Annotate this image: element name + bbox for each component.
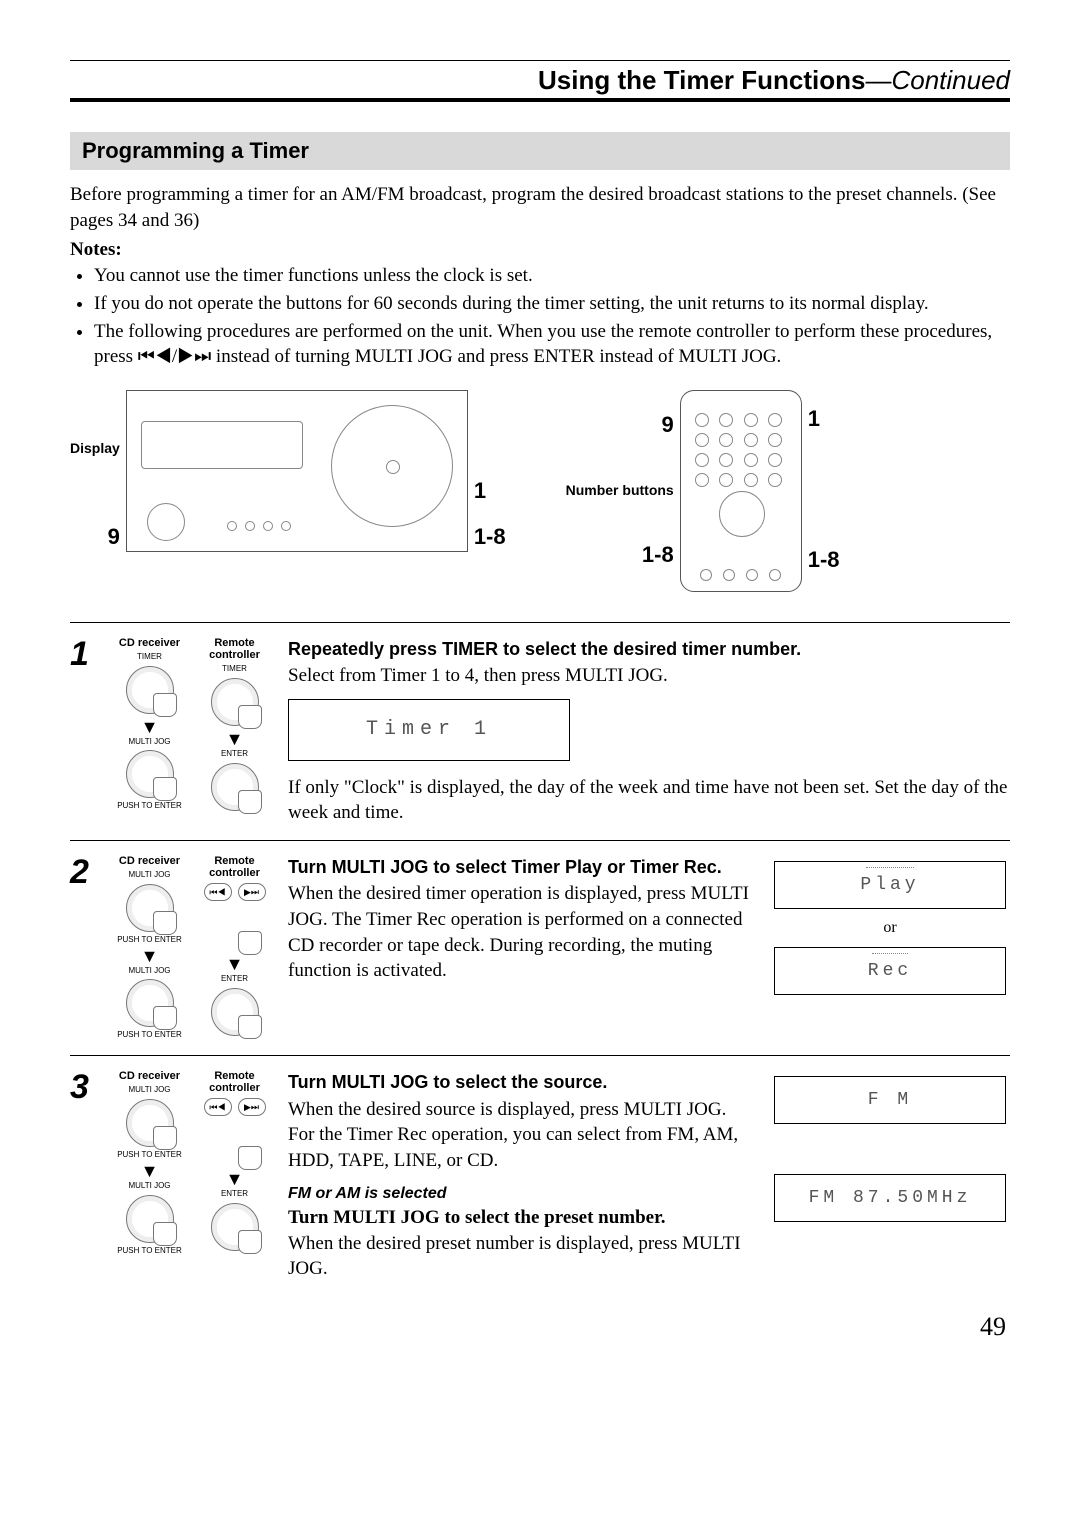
push-to-enter-caption: PUSH TO ENTER	[112, 1151, 187, 1160]
lcd-play: Play	[774, 861, 1006, 909]
cd-receiver-label: CD receiver	[112, 855, 187, 867]
prev-track-icon: ⏮◀	[204, 1098, 232, 1116]
timer-button-icon	[211, 678, 259, 726]
step-2: 2 CD receiver MULTI JOG PUSH TO ENTER ▼ …	[70, 840, 1010, 1041]
multi-jog-dial-icon	[126, 750, 174, 798]
multi-jog-caption: MULTI JOG	[112, 1086, 187, 1095]
display-label: Display	[70, 440, 120, 456]
multi-jog-dial-icon	[126, 884, 174, 932]
multi-jog-caption: MULTI JOG	[112, 738, 187, 747]
page-title-bold: Using the Timer Functions	[538, 65, 865, 95]
arrow-down-icon: ▼	[112, 1162, 187, 1180]
step-number: 1	[70, 637, 96, 826]
timer-caption: TIMER	[197, 665, 272, 674]
remote-controller-label: Remote controller	[197, 855, 272, 879]
next-track-icon: ▶⏭	[238, 1098, 266, 1116]
multi-jog-dial-icon	[126, 1195, 174, 1243]
push-to-enter-caption: PUSH TO ENTER	[112, 1031, 187, 1040]
lcd-fm-freq: FM 87.50MHz	[774, 1174, 1006, 1222]
step3-subhead: FM or AM is selected	[288, 1183, 750, 1205]
step3-body3: When the desired preset number is displa…	[288, 1231, 750, 1282]
note-item: If you do not operate the buttons for 60…	[94, 291, 1010, 317]
multi-jog-caption: MULTI JOG	[112, 1182, 187, 1191]
arrow-down-icon: ▼	[197, 730, 272, 748]
notes-label: Notes:	[70, 239, 1010, 261]
enter-caption: ENTER	[197, 1190, 272, 1199]
notes-list: You cannot use the timer functions unles…	[70, 263, 1010, 370]
page-number: 49	[70, 1312, 1010, 1342]
enter-button-icon	[211, 1203, 259, 1251]
remote-controller-label: Remote controller	[197, 1070, 272, 1094]
timer-button-icon	[126, 666, 174, 714]
step3-controls: CD receiver MULTI JOG PUSH TO ENTER ▼ MU…	[112, 1070, 272, 1282]
unit-diagram	[126, 390, 468, 552]
prev-track-icon: ⏮◀	[204, 883, 232, 901]
timer-caption: TIMER	[112, 653, 187, 662]
push-to-enter-caption: PUSH TO ENTER	[112, 936, 187, 945]
step1-heading: Repeatedly press TIMER to select the des…	[288, 637, 1010, 661]
push-to-enter-caption: PUSH TO ENTER	[112, 802, 187, 811]
multi-jog-dial-icon	[126, 1099, 174, 1147]
section-heading: Programming a Timer	[70, 132, 1010, 170]
lcd-display: Timer 1	[288, 699, 570, 761]
note-item: You cannot use the timer functions unles…	[94, 263, 1010, 289]
multi-jog-dial-icon	[126, 979, 174, 1027]
remote-controller-label: Remote controller	[197, 637, 272, 661]
step2-heading: Turn MULTI JOG to select Timer Play or T…	[288, 855, 750, 879]
callout-1-8: 1-8	[566, 542, 674, 568]
step2-controls: CD receiver MULTI JOG PUSH TO ENTER ▼ MU…	[112, 855, 272, 1041]
enter-button-icon	[211, 763, 259, 811]
cd-receiver-label: CD receiver	[112, 1070, 187, 1082]
number-buttons-label: Number buttons	[566, 482, 674, 498]
step3-body1: When the desired source is displayed, pr…	[288, 1097, 750, 1123]
multi-jog-caption: MULTI JOG	[112, 871, 187, 880]
next-track-icon: ▶⏭	[238, 883, 266, 901]
diagram-row: Display 9 1 1-8 9 Number buttons 1-8	[70, 390, 1010, 592]
enter-button-icon	[211, 988, 259, 1036]
push-to-enter-caption: PUSH TO ENTER	[112, 1247, 187, 1256]
callout-9: 9	[70, 524, 120, 550]
step-number: 2	[70, 855, 96, 1041]
step3-bold-line: Turn MULTI JOG to select the preset numb…	[288, 1205, 750, 1231]
step-1: 1 CD receiver TIMER ▼ MULTI JOG PUSH TO …	[70, 622, 1010, 826]
arrow-down-icon: ▼	[197, 1170, 272, 1188]
callout-1: 1	[808, 406, 840, 432]
page-header: Using the Timer Functions—Continued	[70, 60, 1010, 102]
enter-caption: ENTER	[197, 750, 272, 759]
multi-jog-caption: MULTI JOG	[112, 967, 187, 976]
callout-9: 9	[566, 412, 674, 438]
lcd-fm: F M	[774, 1076, 1006, 1124]
enter-caption: ENTER	[197, 975, 272, 984]
step3-heading: Turn MULTI JOG to select the source.	[288, 1070, 750, 1094]
step1-controls: CD receiver TIMER ▼ MULTI JOG PUSH TO EN…	[112, 637, 272, 826]
step-number: 3	[70, 1070, 96, 1282]
callout-1-8: 1-8	[474, 524, 506, 550]
page-title-light: —Continued	[865, 65, 1010, 95]
arrow-down-icon: ▼	[112, 718, 187, 736]
callout-1: 1	[474, 478, 506, 504]
intro-text: Before programming a timer for an AM/FM …	[70, 182, 1010, 233]
or-label: or	[883, 917, 896, 939]
step3-body2: For the Timer Rec operation, you can sel…	[288, 1122, 750, 1173]
note-item: The following procedures are performed o…	[94, 319, 1010, 370]
cd-receiver-label: CD receiver	[112, 637, 187, 649]
step-3: 3 CD receiver MULTI JOG PUSH TO ENTER ▼ …	[70, 1055, 1010, 1282]
remote-diagram	[680, 390, 802, 592]
lcd-rec: Rec	[774, 947, 1006, 995]
arrow-down-icon: ▼	[197, 955, 272, 973]
callout-1-8: 1-8	[808, 547, 840, 573]
arrow-down-icon: ▼	[112, 947, 187, 965]
step1-line2: If only "Clock" is displayed, the day of…	[288, 775, 1010, 826]
step2-body: When the desired timer operation is disp…	[288, 881, 750, 984]
step1-line1: Select from Timer 1 to 4, then press MUL…	[288, 663, 1010, 689]
